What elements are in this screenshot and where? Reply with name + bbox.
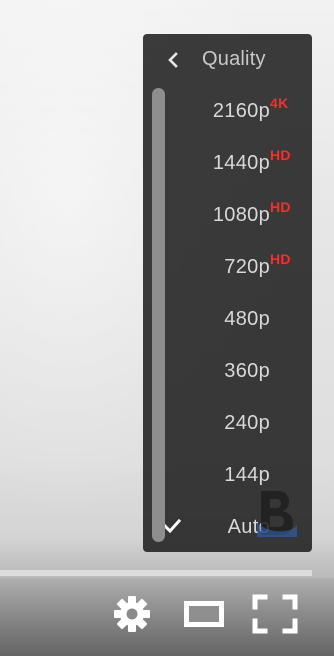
quality-option-2160p[interactable]: 2160p 4K (143, 92, 312, 144)
theater-mode-icon[interactable] (182, 598, 226, 630)
quality-badge: 4K (270, 95, 289, 111)
progress-bar[interactable] (0, 570, 312, 576)
fullscreen-icon[interactable] (252, 594, 298, 634)
quality-menu-title: Quality (202, 48, 266, 70)
quality-badge: HD (270, 147, 291, 163)
quality-badge: HD (270, 251, 291, 267)
quality-option-1440p[interactable]: 1440p HD (143, 144, 312, 196)
quality-option-720p[interactable]: 720p HD (143, 248, 312, 300)
quality-option-label: 1440p (212, 152, 270, 174)
quality-option-label: 480p (224, 308, 270, 330)
quality-option-480p[interactable]: 480p (143, 300, 312, 352)
player-control-bar (0, 578, 334, 656)
chevron-left-icon[interactable] (167, 52, 179, 68)
menu-scrollbar-thumb[interactable] (152, 88, 165, 542)
quality-menu-header[interactable]: Quality (143, 34, 312, 84)
checkmark-icon (163, 519, 181, 533)
quality-menu: Quality 2160p 4K 1440p HD 1080p HD 720p … (143, 34, 312, 552)
quality-option-label: 2160p (212, 100, 270, 122)
quality-option-360p[interactable]: 360p (143, 352, 312, 404)
quality-options-list: 2160p 4K 1440p HD 1080p HD 720p HD 480p … (143, 92, 312, 552)
watermark-logo (257, 491, 297, 537)
quality-option-label: 240p (224, 412, 270, 434)
quality-option-label: 144p (224, 464, 270, 486)
quality-badge: HD (270, 199, 291, 215)
gear-icon[interactable] (112, 594, 152, 634)
quality-option-label: 720p (224, 256, 270, 278)
quality-option-1080p[interactable]: 1080p HD (143, 196, 312, 248)
menu-scrollbar-track[interactable] (294, 90, 308, 548)
quality-option-label: 360p (224, 360, 270, 382)
quality-option-label: 1080p (212, 204, 270, 226)
progress-fill (0, 570, 312, 576)
quality-option-240p[interactable]: 240p (143, 404, 312, 456)
